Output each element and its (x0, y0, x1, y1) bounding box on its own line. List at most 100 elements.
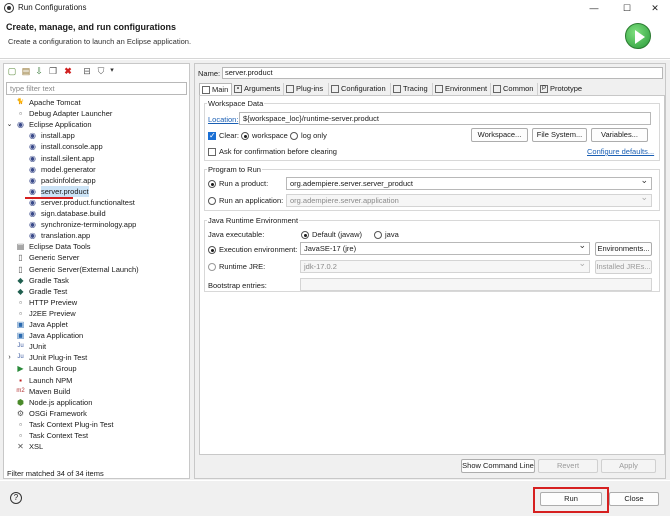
tree-item[interactable]: ✕ XSL (4, 441, 187, 452)
ask-confirmation-checkbox[interactable] (208, 148, 216, 156)
duplicate-config-icon[interactable]: ❐ (48, 66, 58, 76)
close-button[interactable]: Close (609, 492, 659, 506)
tree-item[interactable]: ◉ install.console.app (4, 141, 187, 152)
tree-item[interactable]: ⬢ Node.js application (4, 397, 187, 408)
filter-status: Filter matched 34 of 34 items (7, 469, 104, 478)
new-config-icon[interactable]: ▢ (7, 66, 17, 76)
help-icon[interactable]: ? (10, 492, 22, 504)
exec-env-radio[interactable] (208, 246, 216, 254)
log-only-radio[interactable] (290, 132, 298, 140)
java-app-icon: ▣ (16, 331, 25, 341)
tree-item[interactable]: ◆ Gradle Test (4, 286, 187, 297)
tab-main[interactable]: Main (199, 83, 232, 95)
product-select[interactable]: org.adempiere.server.server_product (286, 177, 652, 190)
workspace-radio[interactable] (241, 132, 249, 140)
environments-button[interactable]: Environments... (595, 242, 652, 256)
run-banner-icon (625, 23, 651, 49)
run-product-radio[interactable] (208, 180, 216, 188)
tree-item[interactable]: ▫ J2EE Preview (4, 308, 187, 319)
filter-icon[interactable]: ⛉ (96, 66, 106, 76)
tree-item[interactable]: ⌄ ◉ Eclipse Application (4, 119, 187, 130)
installed-jres-button[interactable]: Installed JREs... (595, 260, 652, 274)
eclipse-app-icon (4, 3, 14, 13)
bootstrap-field[interactable] (300, 278, 652, 291)
revert-button[interactable]: Revert (538, 459, 598, 473)
tab-plugins-label: Plug-ins (296, 84, 324, 93)
tree-item[interactable]: ◉ sign.database.build (4, 208, 187, 219)
tree-item[interactable]: ◉ translation.app (4, 230, 187, 241)
tree-item[interactable]: ◉ synchronize-terminology.app (4, 219, 187, 230)
maximize-button[interactable]: ☐ (615, 1, 639, 15)
tree-item[interactable]: ▯ Generic Server (4, 252, 187, 263)
export-config-icon[interactable]: ⇩ (34, 66, 44, 76)
tab-arguments[interactable]: ⚬ Arguments (232, 83, 284, 95)
tab-common[interactable]: Common (491, 83, 538, 95)
tree-item[interactable]: ▫ Task Context Plug-in Test (4, 419, 187, 430)
tab-environment[interactable]: Environment (433, 83, 491, 95)
workspace-data-title: Workspace Data (207, 99, 265, 108)
tree-item[interactable]: ◉ packinfolder.app (4, 175, 187, 186)
name-field[interactable]: server.product (222, 67, 663, 79)
tree-item[interactable]: m2 Maven Build (4, 386, 187, 397)
tree-item[interactable]: ▫ HTTP Preview (4, 297, 187, 308)
chevron-right-icon[interactable]: › (5, 353, 14, 362)
eclipse-icon: ◉ (29, 186, 36, 196)
new-prototype-icon[interactable]: ▤ (21, 66, 31, 76)
run-application-radio[interactable] (208, 197, 216, 205)
selection-underline-annotation (25, 197, 73, 199)
tab-prototype[interactable]: P Prototype (538, 83, 590, 95)
tree-item[interactable]: ▤ Eclipse Data Tools (4, 241, 187, 252)
tab-tracing-label: Tracing (403, 84, 428, 93)
tree-item[interactable]: ◉ install.silent.app (4, 153, 187, 164)
server-icon: ▯ (18, 264, 23, 274)
java-radio[interactable] (374, 231, 382, 239)
workspace-radio-label: workspace (252, 131, 288, 140)
run-button[interactable]: Run (540, 492, 602, 506)
program-to-run-title: Program to Run (207, 165, 262, 174)
tree-item[interactable]: ◉ model.generator (4, 164, 187, 175)
tree-item[interactable]: ◉ server.product (4, 185, 187, 197)
runtime-jre-radio[interactable] (208, 263, 216, 271)
tree-item[interactable]: › Ju JUnit Plug-in Test (4, 352, 187, 363)
tree-item[interactable]: ▣ Java Application (4, 330, 187, 341)
tree-item[interactable]: ◆ Gradle Task (4, 275, 187, 286)
tree-item[interactable]: ⚙ OSGi Framework (4, 408, 187, 419)
filter-input[interactable] (6, 82, 187, 95)
tree-item[interactable]: ▶ Launch Group (4, 363, 187, 374)
view-menu-chevron-icon[interactable]: ▾ (107, 66, 117, 76)
variables-button[interactable]: Variables... (591, 128, 648, 142)
configure-defaults-link[interactable]: Configure defaults... (587, 147, 654, 156)
delete-config-icon[interactable]: ✖ (63, 66, 73, 76)
tree-item-label: Eclipse Data Tools (29, 242, 91, 252)
file-system-button[interactable]: File System... (532, 128, 587, 142)
runtime-jre-select[interactable]: jdk-17.0.2 (300, 260, 590, 273)
tab-configuration[interactable]: Configuration (329, 83, 391, 95)
show-command-line-button[interactable]: Show Command Line (461, 459, 535, 473)
application-select[interactable]: org.adempiere.server.application (286, 194, 652, 207)
minimize-button[interactable]: — (582, 1, 606, 15)
tree-item[interactable]: Ju JUnit (4, 341, 187, 352)
tree-item-label: Launch NPM (29, 375, 73, 385)
default-javaw-radio[interactable] (301, 231, 309, 239)
location-link[interactable]: Location: (208, 115, 238, 124)
tab-tracing[interactable]: Tracing (391, 83, 433, 95)
workspace-button[interactable]: Workspace... (471, 128, 528, 142)
exec-env-select[interactable]: JavaSE-17 (jre) (300, 242, 590, 255)
tree-item[interactable]: ◉ install.app (4, 130, 187, 141)
close-window-button[interactable]: ✕ (643, 1, 667, 15)
apply-button[interactable]: Apply (601, 459, 656, 473)
chevron-down-icon[interactable]: ⌄ (5, 120, 14, 129)
tree-item[interactable]: ▣ Java Applet (4, 319, 187, 330)
tree-item-label: Apache Tomcat (29, 98, 81, 107)
tree-item[interactable]: 🐈 Apache Tomcat (4, 97, 187, 108)
tab-plugins[interactable]: Plug-ins (284, 83, 329, 95)
clear-checkbox[interactable] (208, 131, 216, 140)
bootstrap-label: Bootstrap entries: (208, 281, 267, 290)
tree-item[interactable]: ▫ Task Context Test (4, 430, 187, 441)
tree-item[interactable]: ▯ Generic Server(External Launch) (4, 264, 187, 275)
location-field[interactable]: ${workspace_loc}/runtime-server.product (239, 112, 651, 125)
collapse-all-icon[interactable]: ⊟ (82, 66, 92, 76)
java-applet-icon: ▣ (16, 320, 25, 329)
tree-item[interactable]: ▪ Launch NPM (4, 375, 187, 386)
tree-item[interactable]: ▫ Debug Adapter Launcher (4, 108, 187, 119)
